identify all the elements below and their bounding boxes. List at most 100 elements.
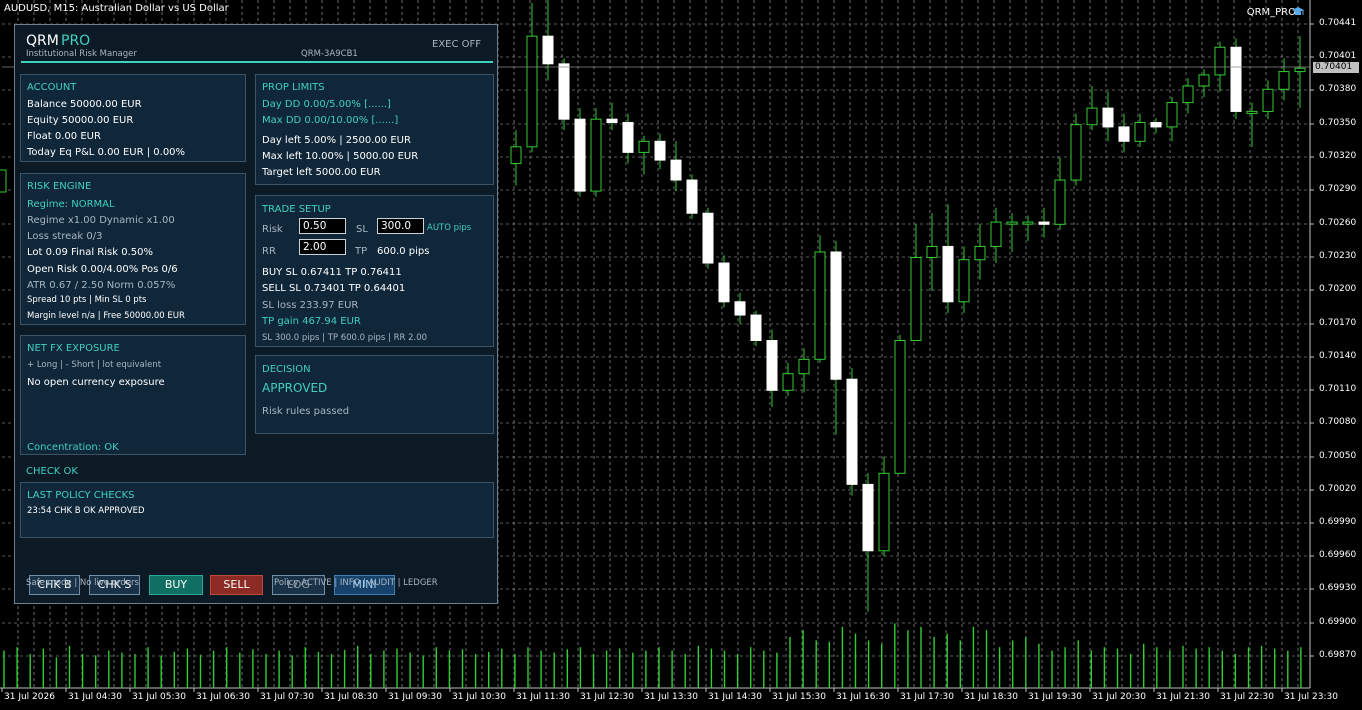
candle-body-bear [1038, 221, 1050, 225]
candle-body-bull [1214, 46, 1226, 76]
margin-info: Margin level n/a | Free 50000.00 EUR [27, 311, 185, 321]
candle-body-bear [574, 118, 586, 192]
candle [558, 58, 570, 131]
price-tick-label: 0.69900 [1319, 617, 1357, 627]
time-tick-label: 31 Jul 16:30 [836, 692, 890, 702]
float-value: Float 0.00 EUR [27, 131, 101, 142]
tp-value: 600.0 pips [377, 246, 430, 257]
candle [1134, 113, 1146, 147]
atr-value: ATR 0.67 / 2.50 Norm 0.057% [27, 280, 176, 291]
decision-section: DECISION APPROVED Risk rules passed [255, 355, 494, 434]
balance-value: Balance 50000.00 EUR [27, 99, 142, 110]
rr-input[interactable]: 2.00 [299, 239, 346, 255]
expert-advisor-name[interactable]: QRM_PRO [1247, 7, 1296, 18]
sell-button[interactable]: SELL [210, 575, 263, 595]
current-price-tag: 0.70401 [1313, 62, 1359, 73]
risk-engine-title: RISK ENGINE [27, 181, 92, 192]
candle [990, 207, 1002, 264]
risk-input[interactable]: 0.50 [299, 218, 346, 234]
policy-checks-section: LAST POLICY CHECKS 23:54 CHK B OK APPROV… [20, 482, 494, 538]
time-tick-label: 31 Jul 07:30 [260, 692, 314, 702]
prop-limits-title: PROP LIMITS [262, 82, 325, 93]
brand-name: QRM [26, 33, 59, 49]
time-tick-label: 31 Jul 10:30 [452, 692, 506, 702]
candle-body-bull [1134, 121, 1146, 142]
exposure-legend: + Long | - Short | lot equivalent [27, 360, 162, 370]
concentration-status: Concentration: OK [27, 442, 119, 453]
candle-body-bull [638, 140, 650, 153]
candle-body-bull [894, 340, 906, 474]
candle-body-bull [1262, 88, 1274, 112]
candle [1022, 215, 1034, 241]
time-tick-label: 31 Jul 09:30 [388, 692, 442, 702]
candle-body-bear [1102, 107, 1114, 128]
tp-gain: TP gain 467.94 EUR [262, 316, 361, 327]
decision-value: APPROVED [262, 381, 328, 395]
price-tick-label: 0.70350 [1319, 118, 1357, 128]
candle-body-bear [670, 159, 682, 181]
candle-body-bull [782, 373, 794, 391]
candle-body-bull [1006, 221, 1018, 225]
candle [846, 368, 858, 496]
candle [798, 348, 810, 393]
candle [654, 133, 666, 169]
candle-body-bear [558, 63, 570, 120]
candle-body-bull [1198, 74, 1210, 87]
candle-body-bull [1246, 110, 1258, 114]
lot-and-risk: Lot 0.09 Final Risk 0.50% [27, 247, 153, 258]
candle-body-bull [910, 257, 922, 342]
candle [526, 2, 538, 153]
exec-status[interactable]: EXEC OFF [432, 39, 481, 50]
time-tick-label: 31 Jul 22:30 [1220, 692, 1274, 702]
candle [1230, 38, 1242, 120]
candle [942, 204, 954, 313]
candle [638, 135, 650, 175]
candle [590, 108, 602, 197]
candle-body-bull [1070, 124, 1082, 181]
buy-button[interactable]: BUY [149, 575, 203, 595]
time-tick-label: 31 Jul 12:30 [580, 692, 634, 702]
day-left: Day left 5.00% | 2500.00 EUR [262, 135, 411, 146]
price-tick-label: 0.70320 [1319, 151, 1357, 161]
time-tick-label: 31 Jul 18:30 [964, 692, 1018, 702]
footer-policy: Policy ACTIVE | INFO | AUDIT | LEDGER [274, 578, 438, 588]
price-tick-label: 0.70380 [1319, 84, 1357, 94]
candle-body-bear [1230, 46, 1242, 112]
candle-body-bull [878, 472, 890, 552]
candle [926, 213, 938, 291]
decision-title: DECISION [262, 364, 311, 375]
fx-exposure-section: NET FX EXPOSURE + Long | - Short | lot e… [20, 335, 246, 455]
price-tick-label: 0.69870 [1319, 650, 1357, 660]
candle-body-bull [798, 358, 810, 375]
exposure-status: No open currency exposure [27, 377, 165, 388]
price-tick-label: 0.70401 [1319, 51, 1357, 61]
candle-body-bear [942, 245, 954, 303]
candle [1262, 80, 1274, 120]
candle [718, 255, 730, 308]
candle-body-bull [590, 118, 602, 192]
decision-note: Risk rules passed [262, 406, 350, 417]
prop-limits-section: PROP LIMITS Day DD 0.00/5.00% [......] M… [255, 74, 494, 185]
candle [1102, 91, 1114, 142]
price-tick-label: 0.70200 [1319, 284, 1357, 294]
candle [814, 235, 826, 363]
regime-status: Regime: NORMAL [27, 199, 115, 210]
price-tick-label: 0.69930 [1319, 583, 1357, 593]
price-tick-label: 0.69990 [1319, 517, 1357, 527]
candle [878, 456, 890, 557]
candle [1118, 113, 1130, 153]
candle-body-bull [1054, 179, 1066, 225]
candle [1166, 97, 1178, 142]
sl-input[interactable]: 300.0 [377, 218, 424, 234]
candle-body-bear [542, 35, 554, 65]
trade-summary: SL 300.0 pips | TP 600.0 pips | RR 2.00 [262, 333, 428, 343]
candle [958, 246, 970, 313]
instance-code: QRM-3A9CB1 [301, 49, 358, 59]
auto-pips-toggle[interactable]: AUTO pips [427, 223, 471, 233]
candle [574, 108, 586, 197]
brand-suffix: PRO [61, 33, 91, 49]
graduation-cap-icon[interactable] [1292, 6, 1304, 18]
max-left: Max left 10.00% | 5000.00 EUR [262, 151, 419, 162]
candle [1182, 78, 1194, 114]
candle-body-bear [1150, 121, 1162, 128]
